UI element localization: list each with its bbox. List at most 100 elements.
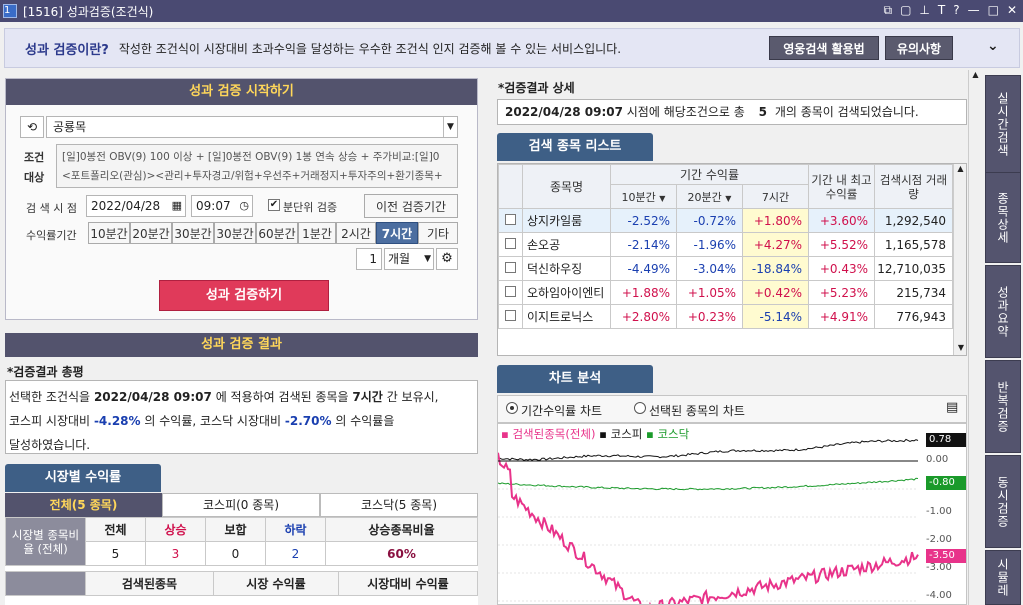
table-row[interactable]: 오하임아이엔티 +1.88% +1.05% +0.42% +5.23% 215,… (498, 280, 953, 305)
summary-text-4: 코스피 시장대비 (9, 414, 91, 428)
summary-text-1: 선택한 조건식을 (9, 390, 91, 404)
close-icon[interactable]: ✕ (1007, 3, 1017, 18)
period-button-6[interactable]: 2시간 (336, 222, 376, 244)
return-10min: -4.49% (610, 256, 677, 281)
period-button-2[interactable]: 30분간 (172, 222, 214, 244)
prev-period-button[interactable]: 이전 검증기간 (364, 194, 458, 218)
side-tab-summary[interactable]: 성과요약 (985, 265, 1021, 358)
main-scrollbar[interactable]: ▲ (968, 70, 982, 605)
condition-line-1: [일]0봉전 OBV(9) 100 이상 + [일]0봉전 OBV(9) 1봉 … (62, 151, 440, 163)
stock-name[interactable]: 상지카일룸 (522, 208, 611, 233)
row-checkbox[interactable] (505, 213, 516, 225)
stock-list-scrollbar[interactable]: ▲ ▼ (953, 164, 966, 355)
market-tab-all[interactable]: 전체(5 종목) (5, 493, 162, 517)
row-checkbox[interactable] (505, 309, 516, 321)
col-total: 전체 (85, 517, 146, 542)
banner-description: 작성한 조건식이 시장대비 초과수익을 달성하는 우수한 조건식 인지 검증해 … (118, 41, 622, 56)
main-scroll-up-icon[interactable]: ▲ (969, 70, 982, 79)
period-button-4[interactable]: 60분간 (256, 222, 298, 244)
all-last-label: -3.50 (926, 549, 966, 563)
side-tab-stock-detail[interactable]: 종목상세 (985, 172, 1021, 263)
summary-text-7: 달성하였습니다. (9, 438, 91, 452)
restore-icon[interactable]: ▢ (900, 3, 911, 18)
stock-name[interactable]: 덕신하우징 (522, 256, 611, 281)
banner-question: 성과 검증이란? (25, 42, 109, 58)
maximize-icon[interactable]: □ (988, 3, 999, 18)
link-icon[interactable]: ⧉ (884, 3, 893, 18)
months-input[interactable]: 1 (356, 248, 382, 270)
period-button-7[interactable]: 7시간 (376, 222, 418, 244)
side-tab-repeat[interactable]: 반복검증 (985, 360, 1021, 453)
months-select[interactable]: 개월 ▼ (384, 248, 434, 270)
video-guide-button[interactable]: 영웅검색 활용법 (769, 36, 879, 60)
condition-select-value: 공룡목 (53, 120, 87, 134)
condition-load-icon[interactable]: ⟲ (20, 116, 44, 138)
col-10min-dropdown-icon[interactable]: ▼ (659, 194, 665, 203)
row-checkbox[interactable] (505, 261, 516, 273)
period-button-other[interactable]: 기타 (418, 222, 458, 244)
minute-check-checkbox[interactable]: ✔ (268, 199, 280, 211)
side-tab-realtime[interactable]: 실시간검색 (985, 75, 1021, 173)
radio-period-chart[interactable] (506, 402, 518, 414)
col-10min-header[interactable]: 10분간 ▼ (610, 184, 677, 209)
radio-stock-chart[interactable] (634, 402, 646, 414)
col-10min-label: 10분간 (621, 190, 656, 204)
table-row[interactable]: 덕신하우징 -4.49% -3.04% -18.84% +0.43% 12,71… (498, 256, 953, 281)
market-tab-kospi[interactable]: 코스피(0 종목) (162, 493, 320, 517)
detail-text-1: 시점에 해당조건으로 총 (626, 105, 745, 119)
notice-button[interactable]: 유의사항 (885, 36, 953, 60)
stock-name[interactable]: 이지트로닉스 (522, 304, 611, 329)
summary-text-3: 간 보유시, (386, 390, 439, 404)
chart-list-icon[interactable]: ▤ (946, 400, 958, 415)
row-checkbox[interactable] (505, 285, 516, 297)
settings-gear-icon[interactable]: ⚙ (436, 248, 458, 270)
side-tab-simultaneous[interactable]: 동시검증 (985, 455, 1021, 548)
date-input[interactable]: 2022/04/28 ▦ (86, 195, 186, 217)
period-button-5[interactable]: 1분간 (298, 222, 336, 244)
pin-icon[interactable]: ⊥ (919, 3, 929, 18)
return-7hour: +0.42% (742, 280, 809, 305)
condition-text-box: [일]0봉전 OBV(9) 100 이상 + [일]0봉전 OBV(9) 1봉 … (56, 144, 458, 188)
col-relative-return: 시장대비 수익률 (338, 571, 478, 596)
table-row[interactable]: 상지카일룸 -2.52% -0.72% +1.80% +3.60% 1,292,… (498, 208, 953, 233)
market-panel-header: 시장별 수익률 (5, 464, 161, 492)
scroll-up-icon[interactable]: ▲ (954, 164, 966, 176)
market-tab-kosdaq[interactable]: 코스닥(5 종목) (320, 493, 478, 517)
condition-line-2: <포트폴리오(관심)><관리+투자경고/위험+우선주+거래정지+투자주의+환기종… (62, 170, 443, 182)
stock-name[interactable]: 오하임아이엔티 (522, 280, 611, 305)
max-return: +5.52% (808, 232, 875, 257)
table-row[interactable]: 손오공 -2.14% -1.96% +4.27% +5.52% 1,165,57… (498, 232, 953, 257)
market-return-blank (5, 571, 86, 596)
clock-icon[interactable]: ◷ (239, 196, 249, 216)
summary-text-2: 에 적용하여 검색된 종목을 (215, 390, 349, 404)
kospi-line (498, 438, 919, 461)
market-row-label: 시장별 종목비율 (전체) (5, 517, 86, 566)
side-tab-simulation[interactable]: 시뮬레 (985, 550, 1021, 605)
period-button-3[interactable]: 30분간 (214, 222, 256, 244)
help-icon[interactable]: ? (953, 3, 959, 18)
time-input[interactable]: 09:07 ◷ (191, 195, 253, 217)
return-10min: +1.88% (610, 280, 677, 305)
col-20min-header[interactable]: 20분간 ▼ (676, 184, 743, 209)
max-return: +4.91% (808, 304, 875, 329)
minimize-icon[interactable]: — (968, 3, 980, 18)
stock-name[interactable]: 손오공 (522, 232, 611, 257)
period-button-0[interactable]: 10분간 (88, 222, 130, 244)
font-icon[interactable]: T (938, 3, 945, 18)
calendar-icon[interactable]: ▦ (172, 196, 182, 216)
window-titlebar: 1 [1516] 성과검증(조건식) ⧉ ▢ ⊥ T ? — □ ✕ (0, 0, 1023, 22)
return-7hour: -18.84% (742, 256, 809, 281)
col-20min-dropdown-icon[interactable]: ▼ (725, 194, 731, 203)
run-verification-button[interactable]: 성과 검증하기 (159, 280, 329, 311)
condition-select[interactable]: 공룡목 ▼ (46, 116, 458, 138)
row-checkbox[interactable] (505, 237, 516, 249)
collapse-chevron-icon[interactable]: ⌄ (987, 38, 999, 54)
dropdown-arrow-icon[interactable]: ▼ (443, 117, 457, 137)
search-volume: 215,734 (874, 280, 953, 305)
period-button-1[interactable]: 20분간 (130, 222, 172, 244)
scroll-down-icon[interactable]: ▼ (954, 343, 966, 355)
window-title: [1516] 성과검증(조건식) (23, 4, 154, 19)
time-value: 09:07 (196, 199, 231, 213)
months-dropdown-icon[interactable]: ▼ (424, 249, 431, 269)
table-row[interactable]: 이지트로닉스 +2.80% +0.23% -5.14% +4.91% 776,9… (498, 304, 953, 329)
